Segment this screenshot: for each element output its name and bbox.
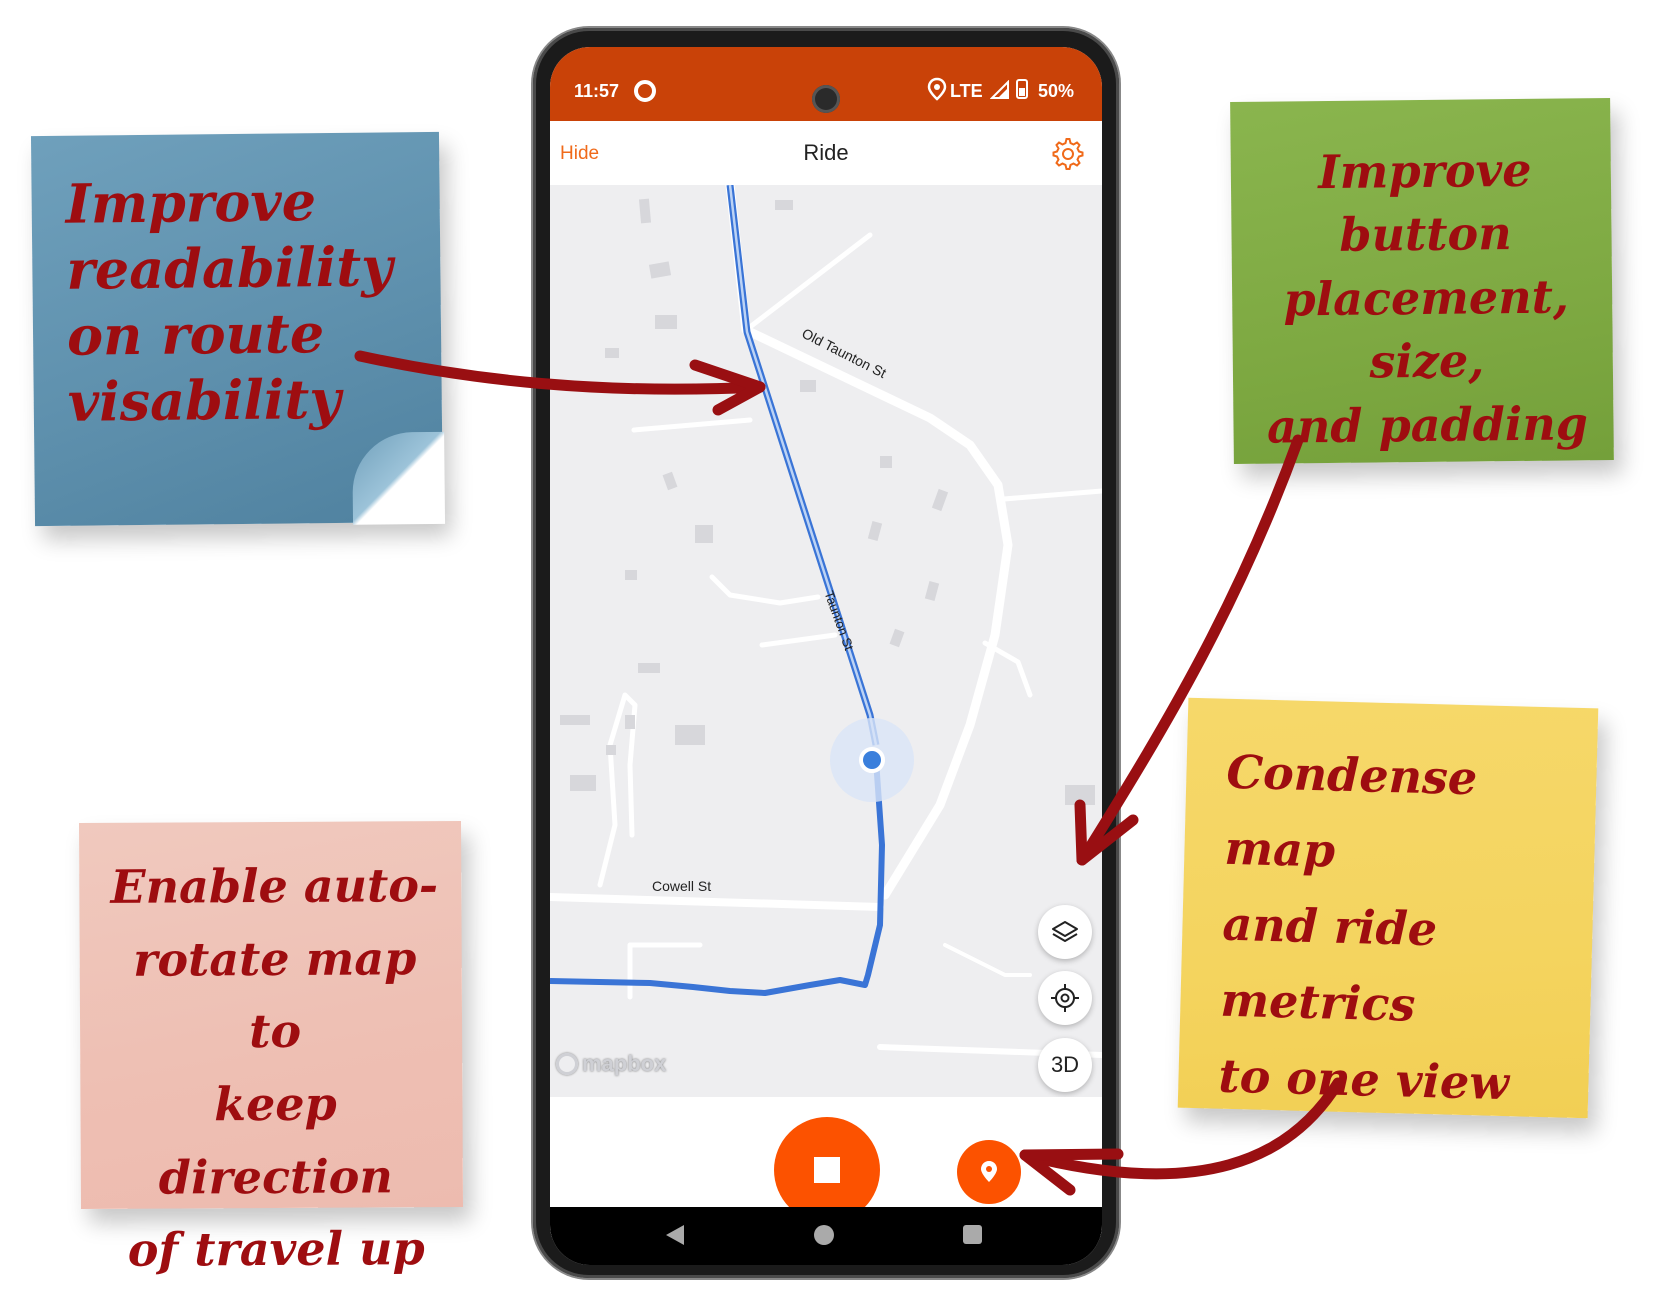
signal-icon <box>990 80 1009 99</box>
page-title: Ride <box>803 140 849 165</box>
status-bar: 11:57 LTE 50% <box>550 47 1102 121</box>
road-label: Cowell St <box>652 878 712 894</box>
stop-icon <box>814 1157 840 1183</box>
recording-icon <box>634 80 656 102</box>
recenter-button[interactable] <box>1038 971 1092 1025</box>
3d-toggle-button[interactable]: 3D <box>1038 1038 1092 1092</box>
system-nav-bar <box>550 1207 1102 1265</box>
note-text: Enable auto- rotate map to keep directio… <box>110 858 439 1278</box>
status-time: 11:57 <box>574 81 620 101</box>
recents-square-icon[interactable] <box>963 1225 982 1244</box>
sticky-note-button-placement: Improve button placement, size, and padd… <box>1230 98 1614 464</box>
sticky-note-route-visibility: Improve readability on route visability <box>30 131 446 527</box>
note-text: Improve readability on route visability <box>65 169 393 434</box>
mapbox-attribution[interactable]: mapbox <box>556 1051 666 1077</box>
battery-percent: 50% <box>1038 81 1075 101</box>
note-text: Condense map and ride metrics to one vie… <box>1217 744 1510 1110</box>
mapbox-text: mapbox <box>582 1051 667 1076</box>
layers-icon <box>1052 921 1078 942</box>
note-text: Improve button placement, size, and padd… <box>1266 142 1589 454</box>
current-location-dot <box>859 747 885 773</box>
gear-icon[interactable] <box>1050 136 1086 172</box>
location-icon <box>927 77 947 101</box>
page-curl <box>352 431 446 525</box>
route-line <box>726 185 880 746</box>
phone-screen: 11:57 LTE 50% Hide Ride Old Taunton St T… <box>550 47 1102 1265</box>
location-pin-button[interactable] <box>957 1140 1021 1204</box>
map-view[interactable]: Old Taunton St Taunton St Cowell St mapb… <box>550 185 1102 1097</box>
home-circle-icon[interactable] <box>814 1225 834 1245</box>
phone-frame: 11:57 LTE 50% Hide Ride Old Taunton St T… <box>533 28 1119 1278</box>
mapbox-icon <box>556 1053 578 1075</box>
network-type: LTE <box>950 81 983 101</box>
map-canvas[interactable] <box>550 185 1102 1097</box>
location-pin-icon <box>981 1161 997 1182</box>
crosshair-icon <box>1051 984 1079 1012</box>
front-camera <box>812 85 840 113</box>
sticky-note-auto-rotate: Enable auto- rotate map to keep directio… <box>78 821 464 1277</box>
battery-icon <box>1016 79 1028 99</box>
sticky-note-condense-view: Condense map and ride metrics to one vie… <box>1177 697 1599 1119</box>
app-bar: Hide Ride <box>550 121 1102 185</box>
map-layers-button[interactable] <box>1038 905 1092 959</box>
back-triangle-icon[interactable] <box>666 1225 684 1245</box>
